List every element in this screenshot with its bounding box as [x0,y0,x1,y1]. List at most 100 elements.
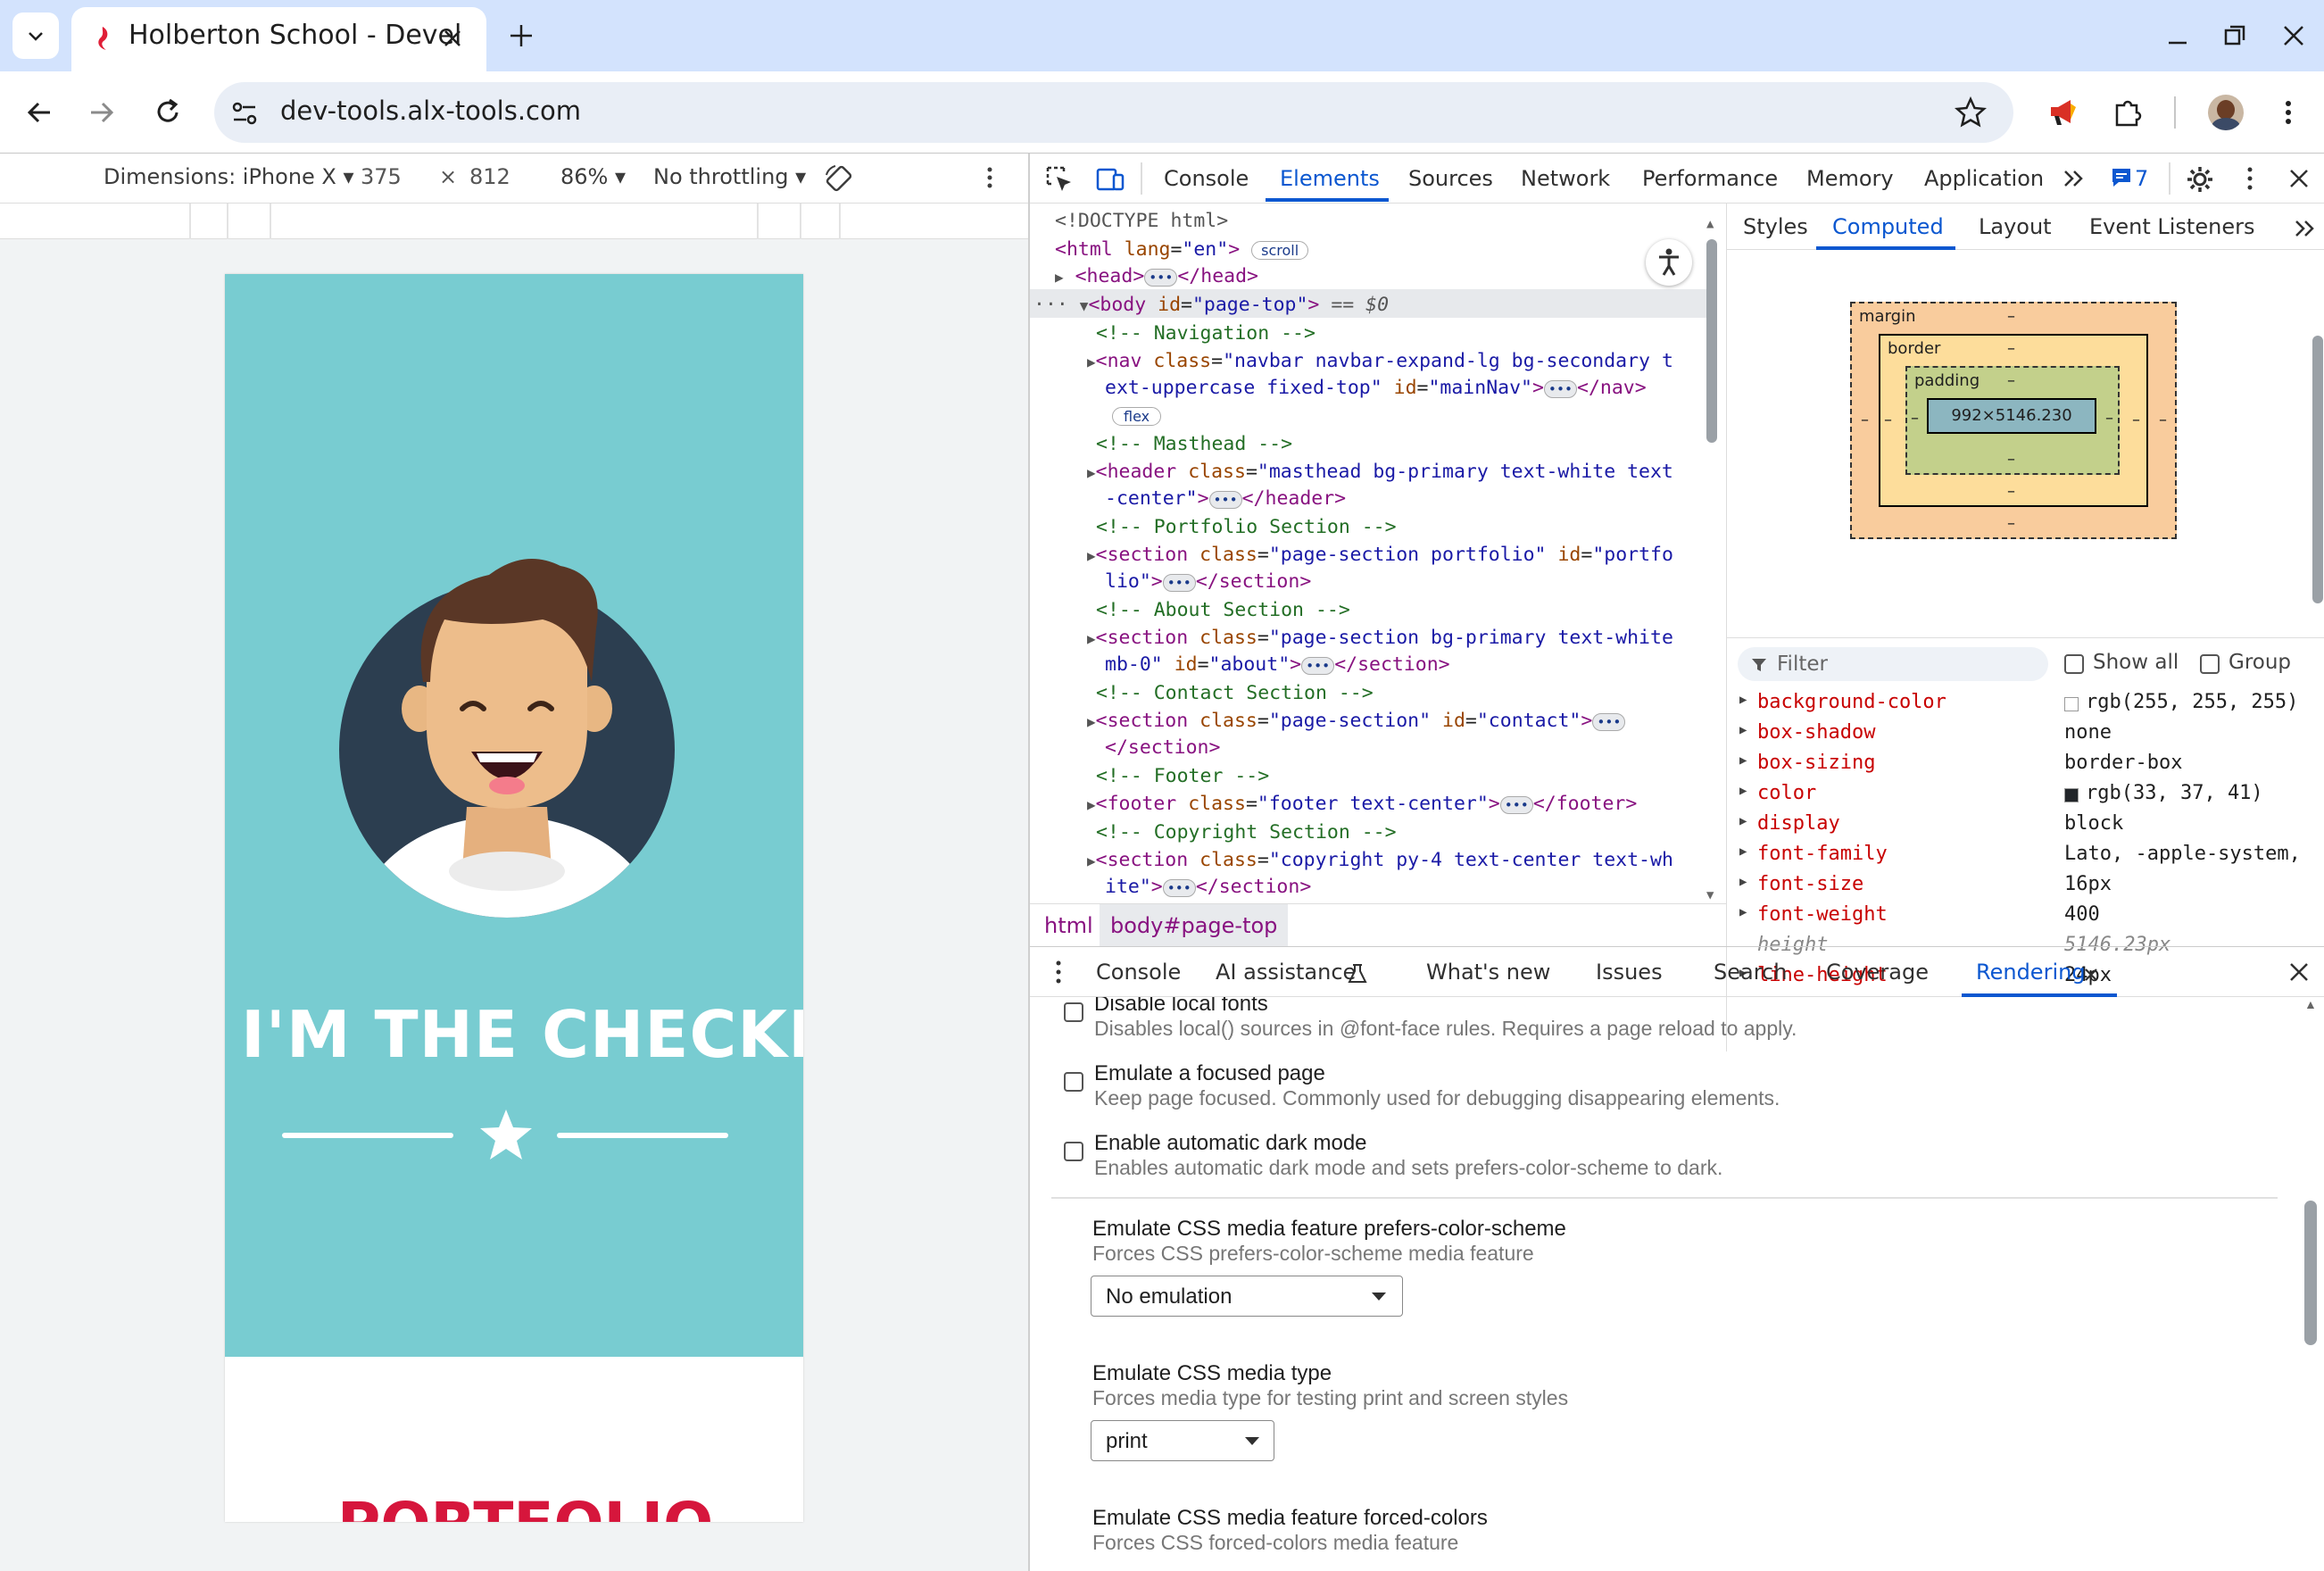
comment-node[interactable]: <!-- About Section --> [1096,596,1350,624]
comment-node[interactable]: <!-- Copyright Section --> [1096,819,1397,846]
menu-dots-icon[interactable] [2272,96,2304,129]
expand-triangle-icon[interactable]: ▶ [1087,796,1096,813]
comment-node[interactable]: <!-- Contact Section --> [1096,679,1374,707]
close-tab-icon[interactable] [441,27,464,50]
prefers-color-scheme-select[interactable]: No emulation [1091,1276,1403,1317]
comment-node[interactable]: <!-- Navigation --> [1096,320,1316,347]
close-rendering-tab-icon[interactable] [2083,967,2099,983]
box-model-content[interactable]: 992×5146.230 [1927,398,2096,434]
drawer-tab-coverage[interactable]: Coverage [1826,960,1929,985]
ellipsis-icon[interactable]: ••• [1592,713,1626,731]
expand-triangle-icon[interactable]: ▶ [1739,875,1747,889]
computed-property-row[interactable]: ▶ background-color rgb(255, 255, 255) [1727,689,2312,719]
expand-triangle-icon[interactable]: ▶ [1739,905,1747,919]
doctype-node[interactable]: <!DOCTYPE html> [1055,207,1228,235]
ellipsis-icon[interactable]: ••• [1208,491,1242,509]
drawer-tab-ai-assistance[interactable]: AI assistance [1216,960,1356,985]
contact-section-node[interactable]: ▶<section class="page-section" id="conta… [1087,707,1626,736]
site-info-icon[interactable] [230,100,259,127]
forward-icon[interactable] [82,93,121,132]
portfolio-section-node[interactable]: ▶<section class="page-section portfolio"… [1087,541,1673,569]
expand-triangle-icon[interactable]: ▶ [1087,630,1096,647]
close-drawer-icon[interactable] [2287,960,2312,985]
box-model-margin[interactable]: margin – – – – border – – – – padding – … [1850,302,2177,539]
width-input[interactable]: 375 [361,164,402,189]
ellipsis-icon[interactable]: ••• [1162,879,1196,897]
drawer-menu-icon[interactable] [1048,958,1069,986]
nav-node-cont[interactable]: ext-uppercase fixed-top" id="mainNav"> ••… [1105,374,1647,403]
collapse-triangle-icon[interactable]: ▼ [1080,297,1089,314]
tab-sources[interactable]: Sources [1408,166,1493,191]
show-all-checkbox[interactable] [2064,654,2084,674]
expand-triangle-icon[interactable]: ▶ [1739,814,1747,828]
announcement-icon[interactable] [2044,95,2079,130]
color-swatch[interactable] [2064,697,2079,711]
extensions-icon[interactable] [2110,95,2146,130]
drawer-tab-issues[interactable]: Issues [1596,960,1663,985]
tab-memory[interactable]: Memory [1806,166,1894,191]
drawer-tab-rendering[interactable]: Rendering [1976,960,2086,985]
comment-node[interactable]: <!-- Footer --> [1096,762,1269,790]
comment-node[interactable]: <!-- Masthead --> [1096,430,1292,458]
header-node-cont[interactable]: -center"> ••• </header> [1105,485,1346,514]
breadcrumb-html[interactable]: html [1044,913,1093,938]
throttling-select[interactable]: No throttling ▾ [653,164,806,189]
issues-icon[interactable] [2110,166,2133,189]
close-window-icon[interactable] [2279,21,2308,50]
expand-triangle-icon[interactable]: ▶ [1739,753,1747,768]
back-icon[interactable] [20,93,59,132]
footer-node[interactable]: ▶<footer class="footer text-center"> ••• <… [1087,790,1637,819]
breadcrumb-body[interactable]: body#page-top [1100,904,1289,947]
contact-section-cont[interactable]: </section> [1105,734,1220,761]
elements-scrollbar[interactable] [1706,239,1717,443]
body-node[interactable]: ··· ▼<body id="page-top"> == $0 [1033,291,1389,320]
drawer-tab-search[interactable]: Search [1714,960,1787,985]
flex-badge[interactable]: flex [1112,407,1162,426]
computed-property-row[interactable]: ▶ font-size 16px [1727,871,2312,902]
zoom-select[interactable]: 86% ▾ [560,164,626,189]
tab-performance[interactable]: Performance [1642,166,1778,191]
expand-triangle-icon[interactable]: ▶ [1087,464,1096,481]
expand-triangle-icon[interactable]: ▶ [1739,844,1747,859]
computed-property-row[interactable]: ▶ box-shadow none [1727,719,2312,750]
settings-gear-icon[interactable] [2185,164,2215,195]
box-model-border[interactable]: border – – – – padding – – – – 992×5146.… [1879,334,2148,507]
more-tabs-icon[interactable] [2293,218,2316,239]
ellipsis-icon[interactable]: ••• [1301,657,1335,675]
address-bar[interactable]: dev-tools.alx-tools.com [214,82,2013,143]
expand-triangle-icon[interactable]: ▶ [1739,723,1747,737]
height-input[interactable]: 812 [469,164,510,189]
expand-triangle-icon[interactable]: ▶ [1087,547,1096,564]
browser-tab[interactable]: Holberton School - Devel [71,7,486,71]
expand-triangle-icon[interactable]: ▶ [1739,693,1747,707]
group-checkbox[interactable] [2200,654,2220,674]
filter-input[interactable]: Filter [1738,647,2048,681]
about-section-node[interactable]: ▶<section class="page-section bg-primary… [1087,624,1673,653]
html-node[interactable]: <html lang="en"> scroll [1055,236,1309,264]
computed-property-row[interactable]: ▶ font-weight 400 [1727,902,2312,932]
tab-network[interactable]: Network [1521,166,1610,191]
head-node[interactable]: ▶ <head> ••• </head> [1055,262,1258,292]
copyright-section-cont[interactable]: ite"> ••• </section> [1105,873,1311,902]
emulated-page[interactable]: I'M THE CHECKE PORTFOLIO [225,274,803,1522]
ellipsis-icon[interactable]: ••• [1543,380,1578,398]
scroll-up-icon[interactable]: ▲ [1706,211,1714,238]
computed-property-row[interactable]: ▶ display block [1727,810,2312,841]
computed-property-row[interactable]: ▶ color rgb(33, 37, 41) [1727,780,2312,810]
expand-triangle-icon[interactable]: ▶ [1087,852,1096,869]
disable-local-fonts-checkbox[interactable] [1064,1002,1083,1022]
inspect-element-icon[interactable] [1044,164,1075,195]
color-swatch[interactable] [2064,788,2079,802]
portfolio-section-cont[interactable]: lio"> ••• </section> [1105,568,1311,597]
scroll-badge[interactable]: scroll [1251,241,1309,260]
tab-elements[interactable]: Elements [1280,166,1380,191]
ellipsis-icon[interactable]: ••• [1144,269,1178,287]
scroll-up-icon[interactable]: ▲ [2304,997,2317,1011]
tab-event-listeners[interactable]: Event Listeners [2089,214,2254,239]
tab-computed[interactable]: Computed [1832,214,1944,239]
bookmark-star-icon[interactable] [1955,96,1987,129]
expand-triangle-icon[interactable]: ▶ [1739,784,1747,798]
computed-scrollbar[interactable] [2312,336,2323,603]
expand-triangle-icon[interactable]: ▶ [1087,713,1096,730]
avatar[interactable] [2208,95,2244,130]
